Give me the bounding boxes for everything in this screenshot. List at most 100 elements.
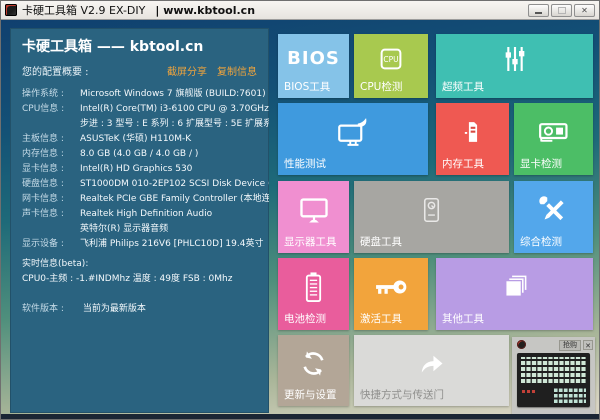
realtime-line: CPU0-主频 : -1.#INDMhz 温度 : 49度 FSB : 0Mhz xyxy=(22,272,257,287)
tile-cpu[interactable]: CPU CPU检测 xyxy=(354,34,428,98)
spec-value: 步进 : 3 型号 : E 系列 : 6 扩展型号 : 5E 扩展系列 : 6 xyxy=(80,119,269,129)
spec-label: 网卡信息 : xyxy=(22,192,80,207)
spec-value: 英特尔(R) 显示器音频 xyxy=(80,224,168,234)
spec-line: CPU信息 :Intel(R) Core(TM) i3-6100 CPU @ 3… xyxy=(22,102,257,117)
spec-value: Realtek High Definition Audio xyxy=(80,209,212,219)
tile-label: 快捷方式与传送门 xyxy=(360,387,444,402)
tile-label: 性能测试 xyxy=(284,156,326,171)
tile-label: 内存工具 xyxy=(442,156,484,171)
tools-icon xyxy=(514,187,593,233)
spec-value: 飞利浦 Philips 216V6 [PHLC10D] 19.4英寸 xyxy=(80,239,263,249)
version-value: 当前为最新版本 xyxy=(83,304,146,314)
spec-label: 显卡信息 : xyxy=(22,162,80,177)
tile-benchmark[interactable]: 性能测试 xyxy=(278,103,428,175)
window-title: 卡硬工具箱 V2.9 EX-DIY xyxy=(22,2,145,18)
system-info-panel: 卡硬工具箱 —— kbtool.cn 您的配置概要 : 截屏分享 复制信息 操作… xyxy=(10,28,269,413)
maximize-button[interactable] xyxy=(551,4,572,17)
tile-activate[interactable]: 激活工具 xyxy=(354,258,428,330)
minimize-button[interactable] xyxy=(528,4,549,17)
close-icon: ✕ xyxy=(581,6,588,15)
bios-text-icon: BIOS xyxy=(278,48,349,69)
refresh-icon xyxy=(278,341,349,386)
key-icon xyxy=(354,264,428,310)
battery-icon xyxy=(278,264,349,310)
spec-label: 主板信息 : xyxy=(22,132,80,147)
hdd-icon xyxy=(354,187,509,233)
close-button[interactable]: ✕ xyxy=(574,4,595,17)
ad-close-icon[interactable]: ✕ xyxy=(583,340,593,350)
spec-label: 内存信息 : xyxy=(22,147,80,162)
minimize-icon xyxy=(535,12,542,14)
benchmark-icon xyxy=(278,109,428,155)
spec-line: 显卡信息 :Intel(R) HD Graphics 530 xyxy=(22,162,257,177)
spec-line: 声卡信息 :Realtek High Definition Audio xyxy=(22,207,257,222)
tile-memory[interactable]: 内存工具 xyxy=(436,103,509,175)
svg-text:CPU: CPU xyxy=(383,55,398,64)
tile-bios[interactable]: BIOSBIOS工具 xyxy=(278,34,349,98)
spec-label: 声卡信息 : xyxy=(22,207,80,222)
panel-title: 卡硬工具箱 —— kbtool.cn xyxy=(22,36,257,56)
tile-label: 电池检测 xyxy=(284,311,326,326)
screenshot-share-link[interactable]: 截屏分享 xyxy=(167,63,207,78)
keyboard-image xyxy=(517,353,590,407)
tile-update[interactable]: 更新与设置 xyxy=(278,335,349,406)
summary-label: 您的配置概要 : xyxy=(22,63,157,78)
spec-value: Realtek PCIe GBE Family Controller (本地连接… xyxy=(80,194,269,204)
spec-line: 操作系统 :Microsoft Windows 7 旗舰版 (BUILD:760… xyxy=(22,87,257,102)
tile-disk[interactable]: 硬盘工具 xyxy=(354,181,509,253)
copy-info-link[interactable]: 复制信息 xyxy=(217,63,257,78)
content-area: 卡硬工具箱 —— kbtool.cn 您的配置概要 : 截屏分享 复制信息 操作… xyxy=(1,20,599,419)
spec-label: 操作系统 : xyxy=(22,87,80,102)
spec-value: Intel(R) Core(TM) i3-6100 CPU @ 3.70GHz xyxy=(80,104,269,114)
app-window: 卡硬工具箱 V2.9 EX-DIY | www.kbtool.cn ✕ 卡硬工具… xyxy=(0,0,600,420)
spec-line: 主板信息 :ASUSTeK (华硕) H110M-K xyxy=(22,132,257,147)
layers-icon xyxy=(436,264,593,310)
tile-overall[interactable]: 综合检测 xyxy=(514,181,593,253)
cpu-icon: CPU xyxy=(354,40,428,78)
tile-label: 超频工具 xyxy=(442,79,484,94)
tile-display[interactable]: 显示器工具 xyxy=(278,181,349,253)
spec-line: 网卡信息 :Realtek PCIe GBE Family Controller… xyxy=(22,192,257,207)
spec-list: 操作系统 :Microsoft Windows 7 旗舰版 (BUILD:760… xyxy=(22,87,257,252)
ad-buy-badge[interactable]: 抢购 xyxy=(559,340,581,351)
spec-value: ST1000DM 010-2EP102 SCSI Disk Device (1.… xyxy=(80,179,269,189)
maximize-icon xyxy=(558,7,566,14)
spec-value: ASUSTeK (华硕) H110M-K xyxy=(80,134,191,144)
monitor-icon xyxy=(278,187,349,233)
realtime-header: 实时信息(beta): xyxy=(22,257,257,272)
tile-label: 显卡检测 xyxy=(520,156,562,171)
tile-overclock[interactable]: 超频工具 xyxy=(436,34,593,98)
window-title-url: | www.kbtool.cn xyxy=(155,4,255,17)
tile-shortcut[interactable]: 快捷方式与传送门 xyxy=(354,335,509,406)
gpu-icon xyxy=(514,109,593,155)
spec-line: 显示设备 :飞利浦 Philips 216V6 [PHLC10D] 19.4英寸 xyxy=(22,237,257,252)
spec-label: 显示设备 : xyxy=(22,237,80,252)
ad-logo-icon xyxy=(517,340,526,349)
app-icon xyxy=(5,4,17,16)
tile-label: 更新与设置 xyxy=(284,387,337,402)
tile-label: 显示器工具 xyxy=(284,234,337,249)
keyboard-ad-tile[interactable]: 抢购 ✕ xyxy=(512,337,595,415)
spec-line: 英特尔(R) 显示器音频 xyxy=(22,222,257,237)
spec-value: 8.0 GB (4.0 GB / 4.0 GB / ) xyxy=(80,149,198,159)
sliders-icon xyxy=(436,40,593,78)
tile-other[interactable]: 其他工具 xyxy=(436,258,593,330)
window-bottom-edge xyxy=(1,414,599,419)
spec-line: 内存信息 :8.0 GB (4.0 GB / 4.0 GB / ) xyxy=(22,147,257,162)
tile-label: CPU检测 xyxy=(360,79,402,94)
spec-value: Microsoft Windows 7 旗舰版 (BUILD:7601) (32… xyxy=(80,89,269,99)
tile-label: 硬盘工具 xyxy=(360,234,402,249)
tile-label: 综合检测 xyxy=(520,234,562,249)
tile-label: 其他工具 xyxy=(442,311,484,326)
spec-line: 硬盘信息 :ST1000DM 010-2EP102 SCSI Disk Devi… xyxy=(22,177,257,192)
spec-line: 步进 : 3 型号 : E 系列 : 6 扩展型号 : 5E 扩展系列 : 6 xyxy=(22,117,257,132)
version-label: 软件版本 : xyxy=(22,301,80,314)
share-arrow-icon xyxy=(354,341,509,386)
spec-label: 硬盘信息 : xyxy=(22,177,80,192)
spec-label: CPU信息 : xyxy=(22,102,80,117)
tile-gpu[interactable]: 显卡检测 xyxy=(514,103,593,175)
tile-label: 激活工具 xyxy=(360,311,402,326)
title-bar: 卡硬工具箱 V2.9 EX-DIY | www.kbtool.cn ✕ xyxy=(1,1,599,20)
ram-icon xyxy=(436,109,509,155)
tile-battery[interactable]: 电池检测 xyxy=(278,258,349,330)
